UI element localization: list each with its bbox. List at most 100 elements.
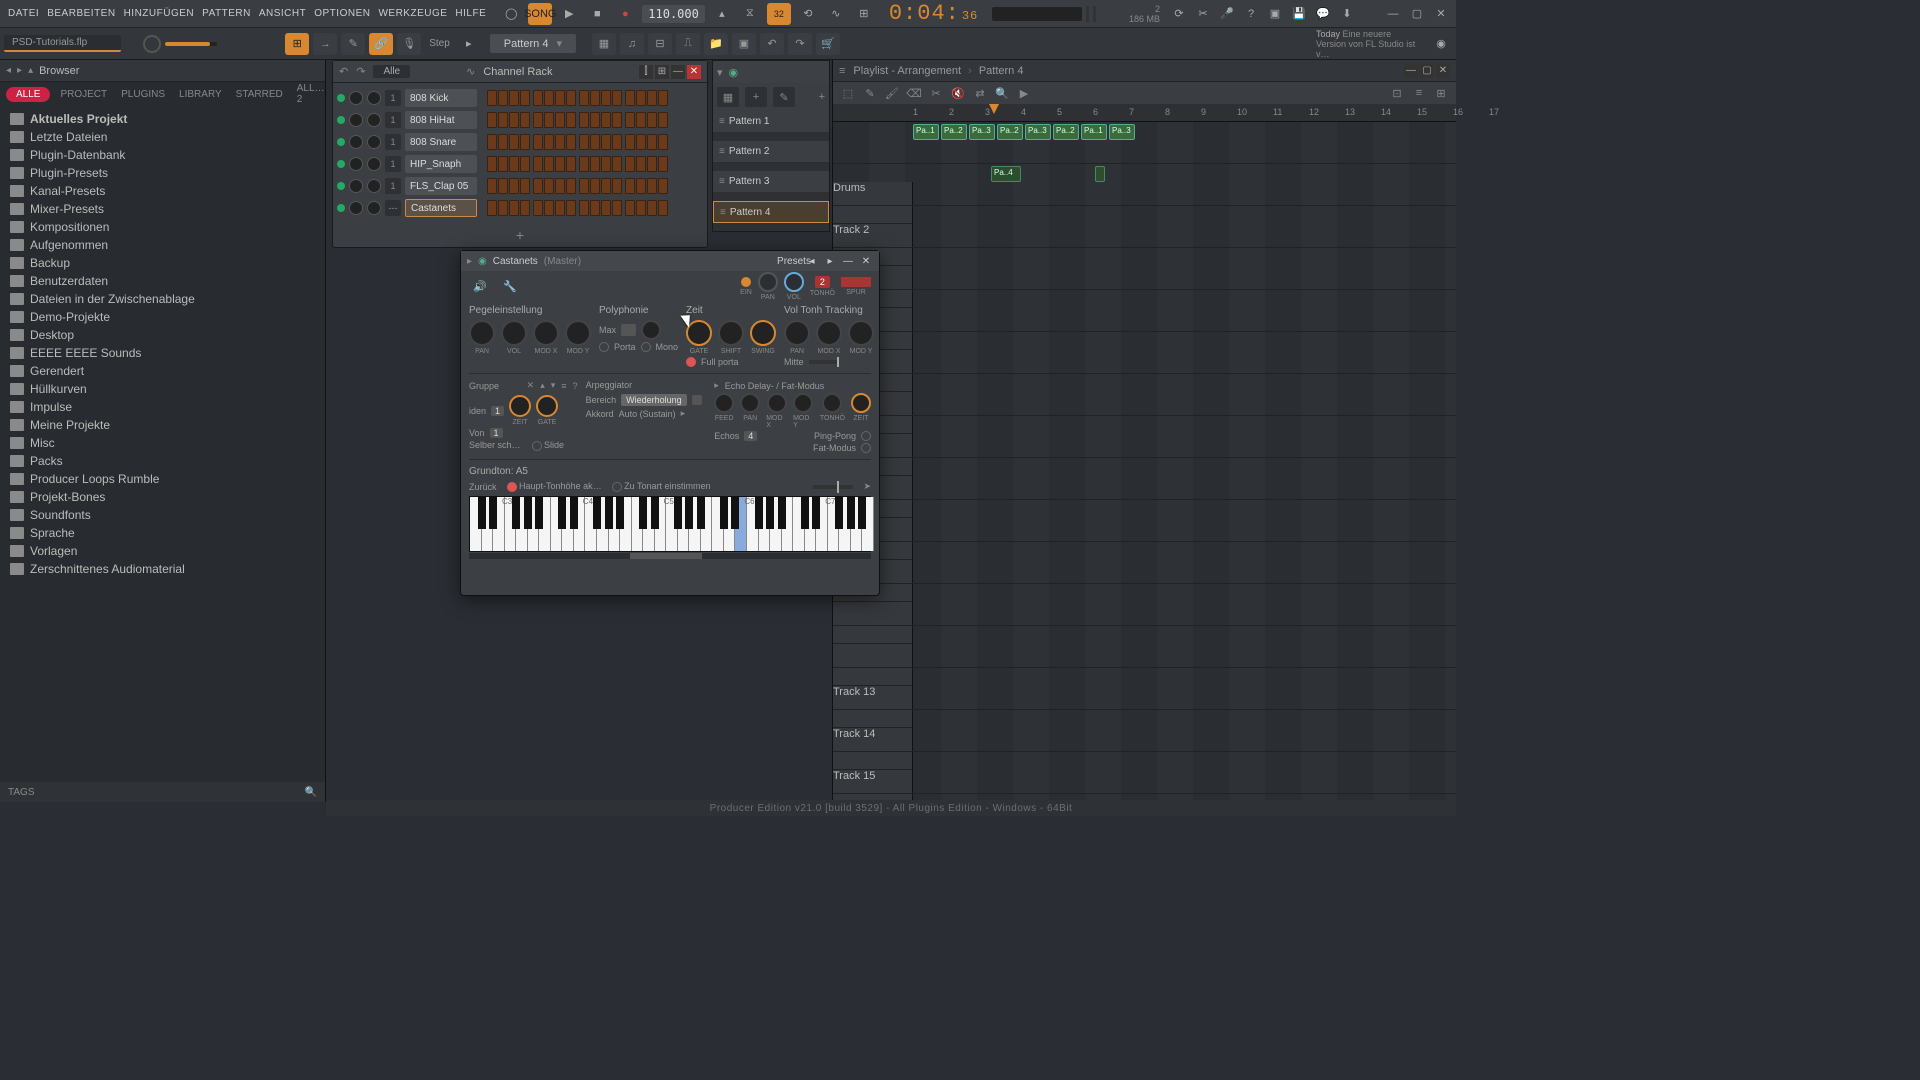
kbd-tonart-radio[interactable] [612, 482, 622, 492]
step-cell[interactable] [625, 90, 635, 106]
mic-icon[interactable]: 🎤 [1216, 4, 1238, 24]
tree-item[interactable]: Gerendert [0, 362, 325, 380]
tree-item[interactable]: Soundfonts [0, 506, 325, 524]
menu-optionen[interactable]: OPTIONEN [310, 8, 374, 19]
step-cell[interactable] [555, 156, 565, 172]
tree-item[interactable]: Vorlagen [0, 542, 325, 560]
channel-name[interactable]: 808 Kick [405, 89, 477, 107]
step-cell[interactable] [498, 178, 508, 194]
step-cell[interactable] [555, 134, 565, 150]
step-cell[interactable] [625, 112, 635, 128]
step-cell[interactable] [658, 156, 668, 172]
echo-feed-knob[interactable] [714, 393, 734, 413]
echo-expand-icon[interactable]: ▸ [714, 380, 719, 391]
pattern-item[interactable]: ≡Pattern 1 [713, 111, 829, 133]
pl-max-icon[interactable]: ▢ [1420, 64, 1434, 78]
pattern-selector[interactable]: Pattern 4 ▾ [490, 34, 576, 53]
step-cell[interactable] [520, 178, 530, 194]
grp-zeit-knob[interactable] [509, 395, 531, 417]
kbd-haupt-radio[interactable] [507, 482, 517, 492]
step-cell[interactable] [590, 178, 600, 194]
poly-max-value[interactable] [621, 324, 636, 336]
grp-iden-val[interactable]: 1 [491, 406, 504, 416]
playlist-clip[interactable]: Pa..2 [941, 124, 967, 140]
pegel-vol-knob[interactable] [501, 320, 527, 346]
pl-min-icon[interactable]: — [1404, 64, 1418, 78]
playlist-track[interactable] [833, 206, 1456, 248]
step-cell[interactable] [636, 178, 646, 194]
piano-black-key[interactable] [766, 497, 774, 529]
pl-menu-icon[interactable]: ≡ [839, 65, 845, 77]
channel-mute-led[interactable] [337, 182, 345, 190]
step-cell[interactable] [601, 156, 611, 172]
rack-back-icon[interactable]: ↶ [339, 65, 348, 78]
browser-tab-starred[interactable]: STARRED [232, 87, 287, 102]
pl-tool-mute[interactable]: 🔇 [949, 85, 967, 101]
arp-extra-val[interactable] [692, 395, 703, 405]
window-min-icon[interactable]: — [1382, 4, 1404, 24]
play-icon[interactable]: ▶ [558, 4, 580, 24]
plugin-preset-next-icon[interactable]: ▸ [823, 254, 837, 268]
menu-hilfe[interactable]: HILFE [451, 8, 490, 19]
plugin-power-icon[interactable]: ◉ [478, 256, 487, 267]
step-icon[interactable]: ⊞ [853, 4, 875, 24]
step-cell[interactable] [487, 134, 497, 150]
pat-menu-icon[interactable]: ▾ [717, 66, 723, 79]
menu-bearbeiten[interactable]: BEARBEITEN [43, 8, 119, 19]
playlist-clip[interactable]: Pa..1 [913, 124, 939, 140]
pl-close-icon[interactable]: ✕ [1436, 64, 1450, 78]
piano-black-key[interactable] [512, 497, 520, 529]
channel-route[interactable]: --- [385, 200, 401, 216]
piano-keyboard[interactable]: C3C4C5C6C7 [469, 496, 871, 552]
step-cell[interactable] [612, 156, 622, 172]
tree-item[interactable]: Zerschnittenes Audiomaterial [0, 560, 325, 578]
step-cell[interactable] [544, 156, 554, 172]
step-cell[interactable] [498, 112, 508, 128]
zeit-shift-knob[interactable] [718, 320, 744, 346]
browser-tab-alle[interactable]: ALLE [6, 87, 50, 102]
step-cell[interactable] [579, 134, 589, 150]
piano-black-key[interactable] [755, 497, 763, 529]
step-cell[interactable] [625, 178, 635, 194]
tree-item[interactable]: Kanal-Presets [0, 182, 325, 200]
step-cell[interactable] [658, 90, 668, 106]
master-volume-slider[interactable] [165, 42, 217, 46]
menu-ansicht[interactable]: ANSICHT [255, 8, 310, 19]
step-cell[interactable] [601, 200, 611, 216]
tree-item[interactable]: Impulse [0, 398, 325, 416]
link2-btn[interactable]: 🔗 [369, 33, 393, 55]
pat-tool-grid[interactable]: ▦ [717, 87, 739, 107]
piano-black-key[interactable] [858, 497, 866, 529]
countdown-icon[interactable]: ⧖ [739, 4, 761, 24]
tree-item[interactable]: Demo-Projekte [0, 308, 325, 326]
browser-tree[interactable]: Aktuelles ProjektLetzte DateienPlugin-Da… [0, 106, 325, 778]
step-cell[interactable] [533, 90, 543, 106]
step-cell[interactable] [509, 156, 519, 172]
step-cell[interactable] [647, 178, 657, 194]
grp-x-icon[interactable]: ✕ [527, 380, 535, 391]
tree-item[interactable]: Desktop [0, 326, 325, 344]
channel-pan-knob[interactable] [349, 179, 363, 193]
step-cell[interactable] [487, 90, 497, 106]
pattern-item[interactable]: ≡Pattern 3 [713, 171, 829, 193]
channel-pan-knob[interactable] [349, 201, 363, 215]
playlist-ruler[interactable]: 1234567891011121314151617 [833, 104, 1456, 122]
step-cell[interactable] [625, 134, 635, 150]
plugin-tab-wrench-icon[interactable]: 🔧 [499, 275, 521, 297]
step-cell[interactable] [658, 112, 668, 128]
piano-black-key[interactable] [847, 497, 855, 529]
plugin-vol-knob[interactable] [784, 272, 804, 292]
piano-black-key[interactable] [801, 497, 809, 529]
playlist-breadcrumb[interactable]: Playlist - Arrangement › Pattern 4 [853, 65, 1023, 77]
metronome-icon[interactable]: ▴ [711, 4, 733, 24]
step-cell[interactable] [509, 134, 519, 150]
step-cell[interactable] [555, 112, 565, 128]
step-cell[interactable] [647, 134, 657, 150]
poly-mono-radio[interactable] [641, 342, 651, 352]
pattern-item[interactable]: ≡Pattern 4 [713, 201, 829, 223]
pat-tool-edit[interactable]: ✎ [773, 87, 795, 107]
piano-black-key[interactable] [593, 497, 601, 529]
step-cell[interactable] [590, 112, 600, 128]
step-cell[interactable] [625, 156, 635, 172]
playlist-tracks[interactable]: DrumsTrack 2Track 3Track 13Track 14Track… [833, 122, 1456, 802]
